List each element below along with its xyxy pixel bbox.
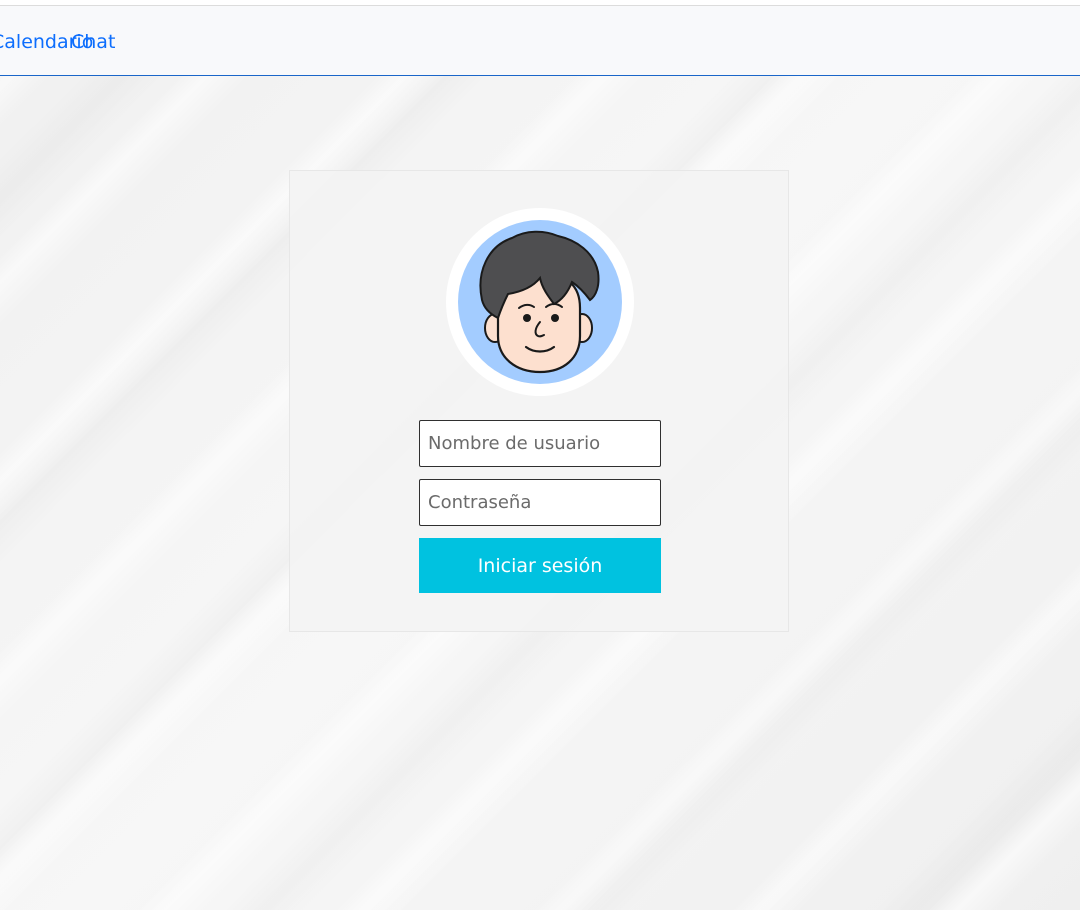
login-button[interactable]: Iniciar sesión [419, 538, 661, 593]
password-input[interactable] [419, 479, 661, 526]
username-input[interactable] [419, 420, 661, 467]
nav-link-chat[interactable]: Chat [71, 30, 115, 54]
top-navbar: Calendario Chat [0, 6, 1080, 76]
user-avatar-icon [446, 208, 634, 396]
